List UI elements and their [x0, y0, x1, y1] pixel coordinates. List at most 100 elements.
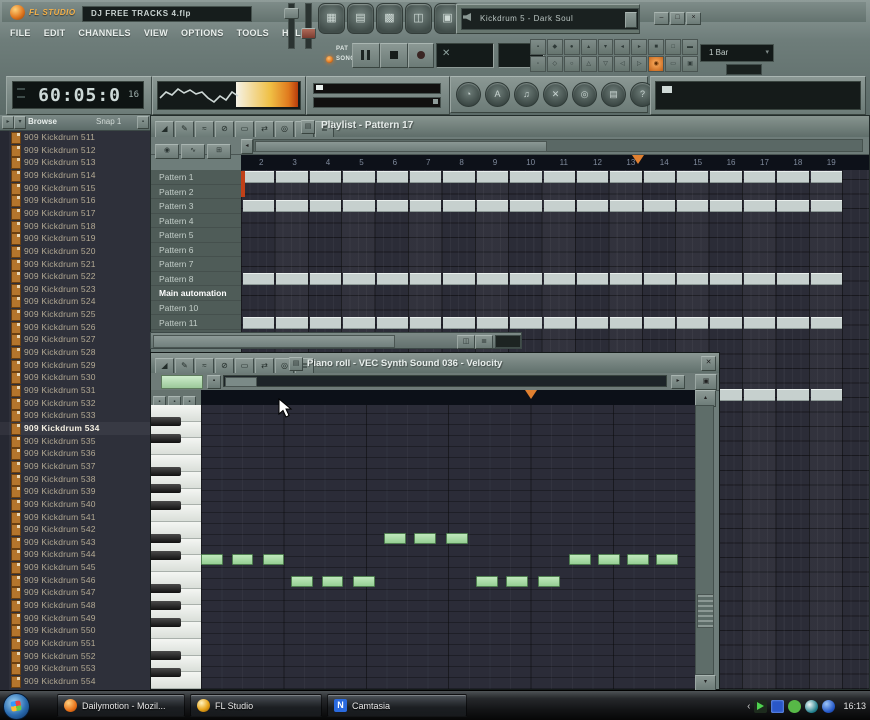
playlist-scroll-left-button[interactable]: ◂: [241, 139, 253, 154]
shortcut-button-16[interactable]: ◁: [614, 56, 631, 72]
pattern-clip[interactable]: [743, 171, 776, 183]
secondary-slider-thumb[interactable]: [433, 99, 438, 104]
black-key[interactable]: [151, 500, 181, 510]
panel-toggle-1[interactable]: ▦: [318, 3, 345, 34]
pattern-clip[interactable]: [610, 316, 642, 329]
midi-note[interactable]: [353, 576, 375, 587]
browser-file-item[interactable]: 909 Kickdrum 517: [0, 207, 150, 220]
pattern-clip[interactable]: [710, 272, 742, 285]
midi-note[interactable]: [506, 576, 528, 587]
midi-note[interactable]: [414, 533, 436, 544]
playlist-tool-7[interactable]: ◎: [275, 121, 294, 138]
panel-toggle-2[interactable]: ▤: [347, 3, 374, 34]
midi-note[interactable]: [321, 576, 343, 587]
browser-file-item[interactable]: 909 Kickdrum 512: [0, 144, 150, 157]
pattern-name[interactable]: Pattern 7: [151, 257, 241, 272]
browser-file-item[interactable]: 909 Kickdrum 541: [0, 511, 150, 524]
pattern-clip[interactable]: [476, 171, 509, 183]
shortcut-button-4[interactable]: ▴: [580, 39, 597, 55]
browser-file-item[interactable]: 909 Kickdrum 547: [0, 586, 150, 600]
pattern-clip[interactable]: [376, 171, 408, 183]
midi-note[interactable]: [384, 533, 406, 544]
midi-note[interactable]: [569, 554, 591, 565]
pattern-name[interactable]: Pattern 10: [151, 301, 241, 316]
pattern-clip[interactable]: [576, 272, 609, 285]
browser-file-item[interactable]: 909 Kickdrum 525: [0, 308, 150, 322]
pattern-clip[interactable]: [710, 200, 742, 213]
piano-roll-hscroll-thumb[interactable]: [225, 377, 257, 387]
midi-note[interactable]: [262, 554, 284, 565]
pattern-clip[interactable]: [543, 272, 575, 285]
browser-file-item[interactable]: 909 Kickdrum 545: [0, 561, 150, 575]
browser-close-button[interactable]: ▪: [137, 116, 149, 129]
shortcut-button-13[interactable]: ○: [563, 56, 580, 72]
pattern-clip[interactable]: [677, 316, 709, 329]
pattern-clip[interactable]: [777, 389, 809, 402]
midi-note[interactable]: [538, 576, 560, 587]
pattern-clip[interactable]: [376, 316, 408, 329]
pattern-clip[interactable]: [777, 200, 809, 213]
hint-small-button[interactable]: [625, 12, 637, 28]
midi-note[interactable]: [291, 576, 313, 587]
piano-roll-grid[interactable]: [201, 405, 695, 689]
pattern-name[interactable]: Pattern 11: [151, 316, 241, 331]
pattern-clip[interactable]: [743, 316, 776, 329]
pattern-clip[interactable]: [443, 272, 475, 285]
pattern-clip[interactable]: [543, 171, 575, 183]
pattern-clip[interactable]: [810, 171, 843, 183]
pattern-clip[interactable]: [576, 200, 609, 213]
vscroll-down-button[interactable]: ▾: [695, 675, 716, 691]
note-color-selector[interactable]: [161, 375, 203, 389]
pattern-clip[interactable]: [777, 171, 809, 183]
pattern-clip[interactable]: [476, 200, 509, 213]
browser-file-item[interactable]: 909 Kickdrum 540: [0, 498, 150, 511]
black-key[interactable]: [151, 600, 181, 610]
pattern-name[interactable]: Pattern 8: [151, 272, 241, 287]
playlist-zoom-button-1[interactable]: ◫: [457, 335, 475, 349]
pattern-clip[interactable]: [643, 200, 676, 213]
stop-button[interactable]: [380, 43, 408, 68]
browser-file-item[interactable]: 909 Kickdrum 513: [0, 156, 150, 170]
pattern-name[interactable]: Pattern 3: [151, 199, 241, 214]
pattern-clip[interactable]: [243, 171, 275, 183]
piano-roll-hscrollbar[interactable]: [223, 375, 667, 387]
taskbar-task-1[interactable]: Dailymotion - Mozil...: [57, 694, 185, 717]
pattern-clip[interactable]: [476, 316, 509, 329]
browser-tab-browse[interactable]: Browse: [28, 117, 57, 126]
master-pitch-slider[interactable]: [305, 3, 312, 49]
shortcut-button-17[interactable]: ▷: [631, 56, 648, 72]
browser-file-item[interactable]: 909 Kickdrum 532: [0, 397, 150, 410]
shortcut-button-9[interactable]: □: [665, 39, 682, 55]
browser-file-item[interactable]: 909 Kickdrum 548: [0, 599, 150, 613]
master-pitch-knob[interactable]: [301, 28, 316, 39]
round-tool-button-2[interactable]: A: [485, 82, 510, 107]
pattern-clip[interactable]: [677, 200, 709, 213]
pattern-clip[interactable]: [543, 316, 575, 329]
round-tool-button-3[interactable]: ♫: [514, 82, 539, 107]
pattern-clip[interactable]: [677, 171, 709, 183]
playlist-snap-button-2[interactable]: ∿: [181, 144, 205, 159]
browser-file-item[interactable]: 909 Kickdrum 520: [0, 245, 150, 258]
pattern-clip[interactable]: [309, 272, 342, 285]
pattern-clip[interactable]: [443, 316, 475, 329]
playlist-tool-4[interactable]: ⊘: [215, 121, 234, 138]
menu-item-view[interactable]: VIEW: [144, 28, 168, 38]
browser-file-item[interactable]: 909 Kickdrum 533: [0, 409, 150, 423]
shortcut-button-11[interactable]: ▫: [530, 56, 546, 72]
playlist-tool-3[interactable]: ≈: [195, 121, 214, 138]
black-key[interactable]: [151, 433, 181, 443]
playlist-bottom-scrollbar[interactable]: ◫ ≣: [150, 332, 522, 349]
browser-file-item[interactable]: 909 Kickdrum 552: [0, 650, 150, 663]
play-button[interactable]: [352, 43, 380, 68]
piano-roll-dot-button[interactable]: ▪: [207, 375, 221, 389]
browser-file-item[interactable]: 909 Kickdrum 539: [0, 485, 150, 499]
shortcut-button-7[interactable]: ▸: [631, 39, 648, 55]
pattern-clip[interactable]: [510, 316, 542, 329]
pattern-clip[interactable]: [743, 389, 776, 402]
pattern-clip[interactable]: [309, 200, 342, 213]
black-key[interactable]: [151, 550, 181, 560]
shortcut-button-8[interactable]: ■: [648, 39, 665, 55]
pattern-clip[interactable]: [243, 316, 275, 329]
piano-roll-caption-icon[interactable]: ▤: [289, 357, 303, 371]
pattern-name[interactable]: Pattern 4: [151, 214, 241, 229]
